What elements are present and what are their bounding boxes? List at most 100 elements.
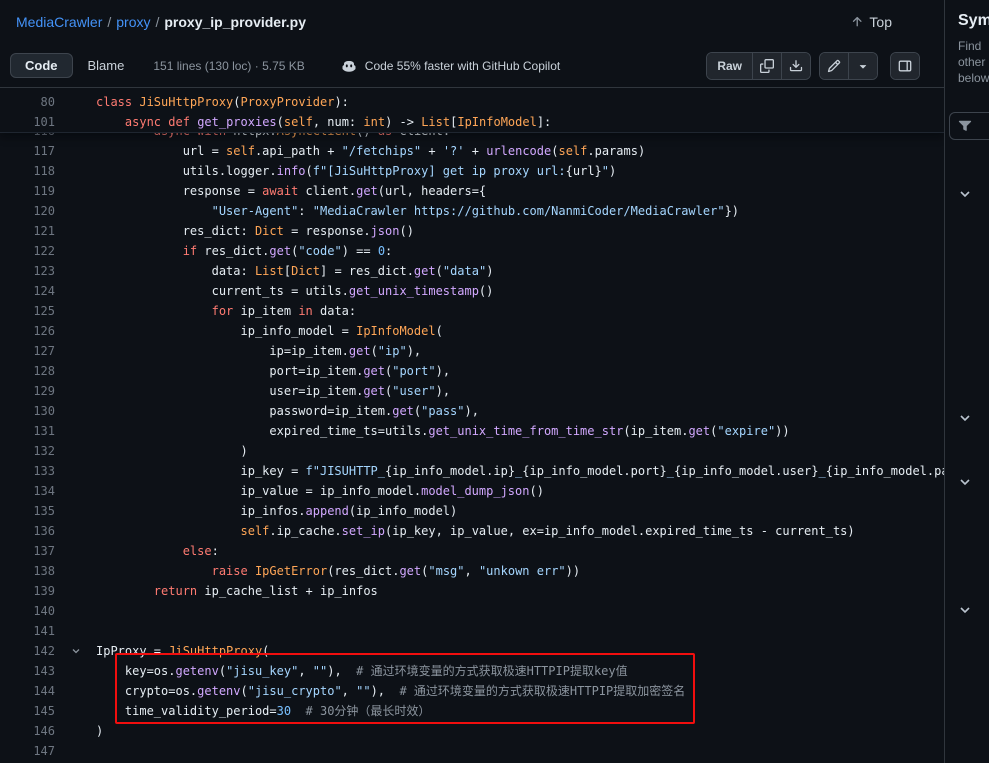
code-line: 126 ip_info_model = IpInfoModel( [0,321,944,341]
code-text: ip_infos.append(ip_info_model) [96,501,457,521]
gutter-gap [55,281,96,301]
gutter-gap [55,701,96,721]
line-number[interactable]: 136 [0,521,55,541]
toolbar-actions: Raw [706,52,920,80]
back-to-top-button[interactable]: Top [850,14,892,30]
line-number[interactable]: 129 [0,381,55,401]
line-number[interactable]: 123 [0,261,55,281]
line-number[interactable]: 130 [0,401,55,421]
line-number[interactable]: 117 [0,141,55,161]
breadcrumb: MediaCrawler / proxy / proxy_ip_provider… [0,0,944,44]
chevron-down-icon[interactable] [957,410,973,426]
line-number[interactable]: 137 [0,541,55,561]
line-number[interactable]: 141 [0,621,55,641]
edit-file-button[interactable] [820,53,848,79]
line-number[interactable]: 127 [0,341,55,361]
line-number[interactable]: 140 [0,601,55,621]
code-text: data: List[Dict] = res_dict.get("data") [96,261,493,281]
line-number[interactable]: 122 [0,241,55,261]
chevron-down-icon[interactable] [957,474,973,490]
symbols-panel-toggle-button[interactable] [891,53,919,79]
code-editor: 80class JiSuHttpProxy(ProxyProvider):101… [0,88,944,763]
code-text: if res_dict.get("code") == 0: [96,241,392,261]
line-number[interactable]: 124 [0,281,55,301]
code-line: 117 url = self.api_path + "/fetchips" + … [0,141,944,161]
code-line: 140 [0,601,944,621]
gutter-gap [55,321,96,341]
line-number[interactable]: 121 [0,221,55,241]
tab-blame[interactable]: Blame [73,53,140,78]
gutter-gap [55,721,96,741]
code-line: 119 response = await client.get(url, hea… [0,181,944,201]
line-number[interactable]: 143 [0,661,55,681]
line-number[interactable]: 135 [0,501,55,521]
line-number[interactable]: 147 [0,741,55,761]
copilot-icon [341,58,357,74]
edit-dropdown-button[interactable] [848,53,877,79]
code-text: async def get_proxies(self, num: int) ->… [96,112,551,132]
copy-raw-button[interactable] [752,53,781,79]
line-number[interactable]: 80 [0,92,55,112]
fold-chevron-icon[interactable] [55,641,96,661]
gutter-gap [55,741,96,761]
code-line: 133 ip_key = f"JISUHTTP_{ip_info_model.i… [0,461,944,481]
code-text: utils.logger.info(f"[JiSuHttpProxy] get … [96,161,616,181]
line-number[interactable]: 142 [0,641,55,661]
line-number[interactable]: 131 [0,421,55,441]
breadcrumb-repo-link[interactable]: MediaCrawler [16,14,102,30]
line-number[interactable]: 134 [0,481,55,501]
code-line: 135 ip_infos.append(ip_info_model) [0,501,944,521]
gutter-gap [55,521,96,541]
gutter-gap [55,441,96,461]
line-number[interactable]: 128 [0,361,55,381]
code-text: ) [96,441,248,461]
gutter-gap [55,381,96,401]
gutter-gap [55,341,96,361]
gutter-gap [55,581,96,601]
line-number[interactable]: 146 [0,721,55,741]
pencil-icon [827,59,841,73]
gutter-gap [55,112,96,132]
gutter-gap [55,241,96,261]
code-line: 129 user=ip_item.get("user"), [0,381,944,401]
gutter-gap [55,481,96,501]
code-text: current_ts = utils.get_unix_timestamp() [96,281,493,301]
breadcrumb-folder-link[interactable]: proxy [116,14,150,30]
raw-button[interactable]: Raw [707,53,752,79]
code-line: 138 raise IpGetError(res_dict.get("msg",… [0,561,944,581]
code-text: time_validity_period=30 # 30分钟（最长时效） [96,701,430,721]
copilot-promo-badge[interactable]: Code 55% faster with GitHub Copilot [341,58,560,74]
code-line: 147 [0,741,944,761]
code-line: 131 expired_time_ts=utils.get_unix_time_… [0,421,944,441]
code-line: 101 async def get_proxies(self, num: int… [0,112,944,132]
line-number[interactable]: 101 [0,112,55,132]
line-number[interactable]: 133 [0,461,55,481]
copy-icon [760,59,774,73]
code-text: user=ip_item.get("user"), [96,381,450,401]
symbols-filter-input[interactable] [949,112,989,140]
gutter-gap [55,92,96,112]
line-number[interactable]: 144 [0,681,55,701]
code-line: 144 crypto=os.getenv("jisu_crypto", ""),… [0,681,944,701]
code-line: 127 ip=ip_item.get("ip"), [0,341,944,361]
chevron-down-icon[interactable] [957,602,973,618]
line-number[interactable]: 120 [0,201,55,221]
gutter-gap [55,161,96,181]
line-number[interactable]: 125 [0,301,55,321]
tab-code[interactable]: Code [10,53,73,78]
line-number[interactable]: 126 [0,321,55,341]
line-number[interactable]: 119 [0,181,55,201]
download-raw-button[interactable] [781,53,810,79]
panel-toggle-icon [898,59,912,73]
line-number[interactable]: 138 [0,561,55,581]
code-line: 136 self.ip_cache.set_ip(ip_key, ip_valu… [0,521,944,541]
line-number[interactable]: 132 [0,441,55,461]
line-number[interactable]: 118 [0,161,55,181]
gutter-gap [55,541,96,561]
line-number[interactable]: 145 [0,701,55,721]
code-line: 145 time_validity_period=30 # 30分钟（最长时效） [0,701,944,721]
code-line: 118 utils.logger.info(f"[JiSuHttpProxy] … [0,161,944,181]
line-number[interactable]: 139 [0,581,55,601]
code-text: key=os.getenv("jisu_key", ""), # 通过环境变量的… [96,661,628,681]
chevron-down-icon[interactable] [957,186,973,202]
